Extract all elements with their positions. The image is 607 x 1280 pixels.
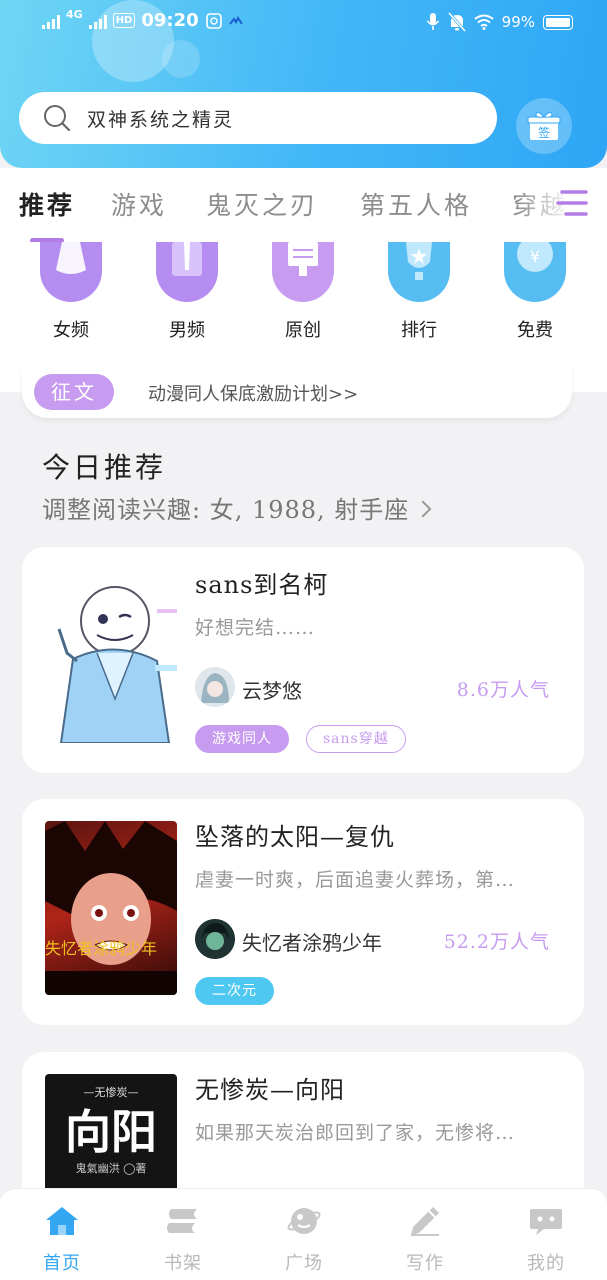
hd-badge: HD xyxy=(112,13,136,28)
book-title[interactable]: 坠落的太阳—复仇 xyxy=(195,817,395,852)
book-tag[interactable]: sans穿越 xyxy=(306,725,406,753)
svg-text:¥: ¥ xyxy=(530,247,540,266)
author-name[interactable]: 云梦悠 xyxy=(242,675,302,704)
category-original[interactable]: 原创 xyxy=(263,242,343,342)
nav-bookshelf[interactable]: 书架 xyxy=(143,1205,223,1275)
nav-label: 书架 xyxy=(164,1253,202,1274)
cover-big-text: 向阳 xyxy=(65,1105,157,1159)
nav-home[interactable]: 首页 xyxy=(22,1205,102,1275)
category-female[interactable]: 女频 xyxy=(31,242,111,342)
tab-recommend[interactable]: 推荐 xyxy=(19,186,75,222)
category-label: 免费 xyxy=(517,320,553,341)
book-cover[interactable] xyxy=(45,569,177,743)
author-avatar[interactable] xyxy=(195,919,235,959)
contest-text[interactable]: 动漫同人保底激励计划>> xyxy=(148,380,358,406)
book-card[interactable]: 失忆者涂鸦少年 坠落的太阳—复仇 虐妻一时爽，后面追妻火葬场，第… 失忆者涂鸦少… xyxy=(22,799,584,1025)
male-channel-icon xyxy=(156,242,218,302)
nav-profile[interactable]: 我的 xyxy=(506,1205,586,1275)
planet-icon xyxy=(287,1208,321,1234)
signal-icon-2 xyxy=(88,13,107,29)
signal-icon xyxy=(42,13,60,29)
app-notification-icon xyxy=(205,12,222,29)
bookshelf-icon xyxy=(167,1209,197,1233)
contest-banner[interactable]: 征文 动漫同人保底激励计划>> xyxy=(22,366,572,418)
section-title: 今日推荐 xyxy=(42,451,167,484)
category-ranking[interactable]: 排行 xyxy=(379,242,459,342)
app-notification-icon-2 xyxy=(228,15,243,25)
battery-icon xyxy=(543,14,573,30)
tanjiro-illustration xyxy=(45,821,177,995)
clock: 09:20 xyxy=(141,10,199,31)
book-tag[interactable]: 二次元 xyxy=(195,977,274,1005)
battery-percent: 99% xyxy=(501,13,535,31)
book-title[interactable]: 无惨炭—向阳 xyxy=(195,1070,345,1105)
status-bar: 4G HD 09:20 99% xyxy=(0,0,607,48)
chevron-right-icon xyxy=(414,500,432,518)
contest-tag: 征文 xyxy=(34,374,114,410)
menu-icon[interactable] xyxy=(556,188,588,218)
popularity-count: 52.2万人气 xyxy=(443,931,550,953)
sans-character-illustration xyxy=(57,586,177,743)
reading-interest-link[interactable]: 调整阅读兴趣: 女, 1988, 射手座 xyxy=(42,490,432,525)
wifi-icon xyxy=(474,14,494,30)
book-description: 如果那天炭治郎回到了家，无惨将… xyxy=(195,1122,516,1144)
category-free[interactable]: ¥ 免费 xyxy=(495,242,575,342)
cover-author-text: 鬼氣幽洪 ◯著 xyxy=(75,1162,147,1175)
cover-watermark: 失忆者涂鸦少年 xyxy=(45,939,158,958)
female-channel-icon xyxy=(40,242,102,302)
category-label: 排行 xyxy=(401,320,437,341)
tab-demon-slayer[interactable]: 鬼灭之刃 xyxy=(206,186,318,222)
book-title[interactable]: sans到名柯 xyxy=(195,565,328,600)
tab-games[interactable]: 游戏 xyxy=(111,186,167,222)
tab-identity-v[interactable]: 第五人格 xyxy=(360,186,472,222)
book-description: 好想完结…… xyxy=(195,617,316,639)
free-coin-icon: ¥ xyxy=(504,242,566,302)
book-card[interactable]: sans到名柯 好想完结…… 云梦悠 8.6万人气 游戏同人 sans穿越 xyxy=(22,547,584,773)
ranking-trophy-icon xyxy=(388,242,450,302)
pen-icon xyxy=(411,1207,439,1236)
book-description: 虐妻一时爽，后面追妻火葬场，第… xyxy=(195,869,516,891)
search-bar[interactable]: 双神系统之精灵 xyxy=(19,92,497,144)
category-tabs: 推荐 游戏 鬼灭之刃 第五人格 穿越 xyxy=(0,168,607,242)
mic-icon xyxy=(426,13,439,30)
chat-bubble-icon xyxy=(530,1209,562,1235)
svg-text:签: 签 xyxy=(538,125,550,140)
gift-icon: 签 xyxy=(527,111,561,140)
header: 4G HD 09:20 99% 双神系统之精灵 签 xyxy=(0,0,607,168)
mute-bell-icon xyxy=(447,12,466,32)
author-avatar[interactable] xyxy=(195,667,235,707)
checkin-gift-button[interactable]: 签 xyxy=(516,98,572,154)
network-type: 4G xyxy=(66,8,83,21)
book-cover[interactable]: 失忆者涂鸦少年 xyxy=(45,821,177,995)
category-label: 男频 xyxy=(169,320,205,341)
category-label: 原创 xyxy=(285,320,321,341)
nav-label: 广场 xyxy=(285,1253,323,1274)
category-label: 女频 xyxy=(53,320,89,341)
nav-plaza[interactable]: 广场 xyxy=(264,1205,344,1275)
popularity-count: 8.6万人气 xyxy=(456,679,550,701)
original-icon xyxy=(272,242,334,302)
reading-interest-text: 调整阅读兴趣: 女, 1988, 射手座 xyxy=(42,496,410,524)
home-icon xyxy=(46,1207,78,1235)
nav-label: 我的 xyxy=(527,1253,565,1274)
author-name[interactable]: 失忆者涂鸦少年 xyxy=(242,927,382,956)
nav-label: 写作 xyxy=(406,1253,444,1274)
nav-write[interactable]: 写作 xyxy=(385,1205,465,1275)
book-tag[interactable]: 游戏同人 xyxy=(195,725,289,753)
nav-label: 首页 xyxy=(43,1253,81,1274)
category-male[interactable]: 男频 xyxy=(147,242,227,342)
bottom-navigation: 首页 书架 广场 写作 我的 xyxy=(0,1188,607,1280)
search-input[interactable]: 双神系统之精灵 xyxy=(87,105,234,132)
search-icon xyxy=(44,105,71,132)
